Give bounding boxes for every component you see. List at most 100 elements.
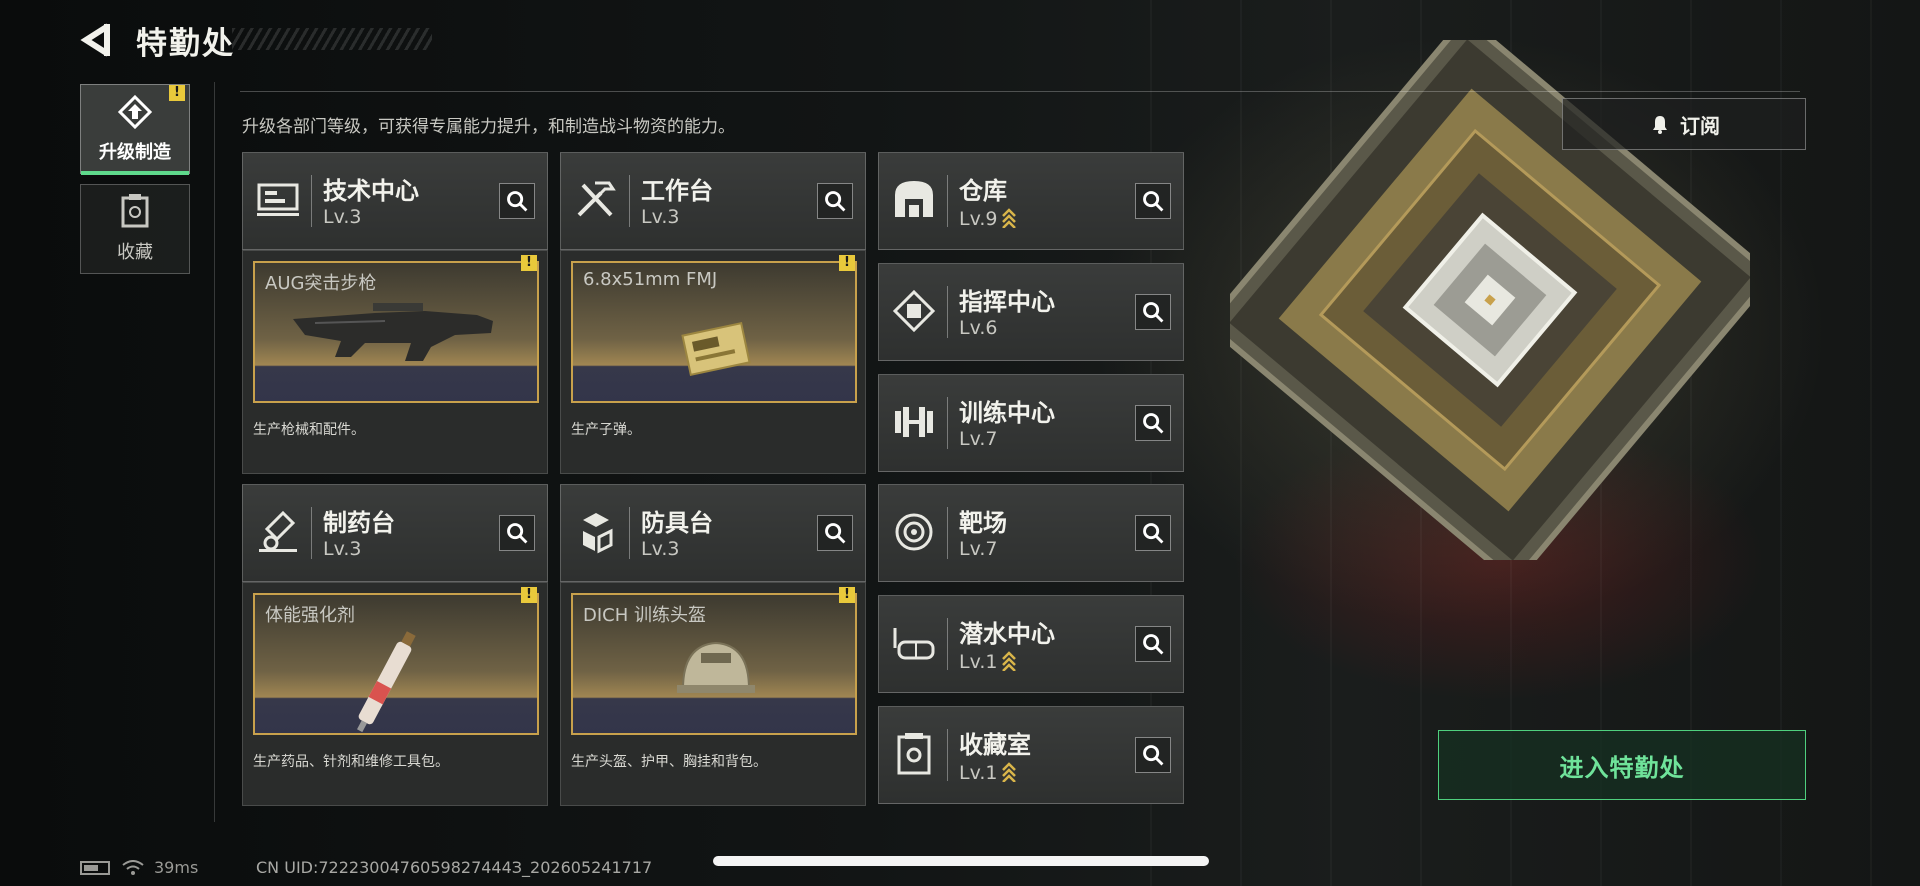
page-title: 特勤处 xyxy=(136,26,235,62)
dept-armor-bench[interactable]: 防具台 Lv.3 xyxy=(560,484,866,582)
command-center-icon xyxy=(892,289,936,333)
nav-collection-label: 收藏 xyxy=(117,242,153,263)
production-panel-pharmacy: 体能强化剂 ! 生产药品、针剂和维修工具包。 xyxy=(242,582,548,806)
dept-level: Lv.3 xyxy=(641,538,680,560)
level-text: Lv.1 xyxy=(959,651,998,673)
search-icon[interactable] xyxy=(1135,626,1171,662)
separator xyxy=(629,507,630,559)
title-decoration xyxy=(232,28,432,50)
search-icon[interactable] xyxy=(499,183,535,219)
dept-level: Lv.3 xyxy=(323,206,362,228)
dept-collection-room[interactable]: 收藏室 Lv.1 xyxy=(878,706,1184,804)
dept-level: Lv.1 xyxy=(959,649,1017,673)
dept-training-center[interactable]: 训练中心 Lv.7 xyxy=(878,374,1184,472)
search-icon[interactable] xyxy=(1135,737,1171,773)
alert-badge: ! xyxy=(839,587,855,603)
alert-badge: ! xyxy=(521,255,537,271)
separator xyxy=(947,729,948,781)
search-icon[interactable] xyxy=(817,515,853,551)
dept-name: 制药台 xyxy=(323,509,395,537)
dept-name: 仓库 xyxy=(959,177,1007,205)
separator xyxy=(629,175,630,227)
header-divider xyxy=(240,91,1800,92)
dept-command-center[interactable]: 指挥中心 Lv.6 xyxy=(878,263,1184,361)
pharmacy-icon xyxy=(259,510,297,552)
dept-name: 防具台 xyxy=(641,509,713,537)
dept-level: Lv.7 xyxy=(959,428,998,450)
home-indicator[interactable] xyxy=(713,856,1209,866)
upgrade-icon xyxy=(117,94,153,130)
separator xyxy=(311,175,312,227)
production-slot[interactable]: 体能强化剂 xyxy=(253,593,539,735)
dept-level: Lv.6 xyxy=(959,317,998,339)
item-name: 6.8x51mm FMJ xyxy=(583,269,718,290)
panel-description: 生产枪械和配件。 xyxy=(253,422,365,438)
nav-divider xyxy=(214,82,215,822)
diving-center-icon xyxy=(893,628,935,660)
ping-text: 39ms xyxy=(154,858,199,877)
alert-badge: ! xyxy=(521,587,537,603)
battery-icon xyxy=(80,860,110,875)
shooting-range-icon xyxy=(895,513,933,551)
training-center-icon xyxy=(895,407,933,437)
collection-icon xyxy=(121,194,149,228)
separator xyxy=(947,397,948,449)
dept-warehouse[interactable]: 仓库 Lv.9 xyxy=(878,152,1184,250)
dept-name: 工作台 xyxy=(641,177,713,205)
subscribe-label: 订阅 xyxy=(1680,113,1720,138)
enter-special-ops-button[interactable]: 进入特勤处 xyxy=(1438,730,1806,800)
search-icon[interactable] xyxy=(1135,294,1171,330)
dept-shooting-range[interactable]: 靶场 Lv.7 xyxy=(878,484,1184,582)
upgrade-available-icon xyxy=(1002,762,1017,782)
bell-icon xyxy=(1653,116,1667,134)
search-icon[interactable] xyxy=(1135,183,1171,219)
separator xyxy=(947,618,948,670)
separator xyxy=(947,286,948,338)
production-panel-gunsmith: AUG突击步枪 ! 生产枪械和配件。 xyxy=(242,250,548,474)
alert-badge: ! xyxy=(839,255,855,271)
upgrade-available-icon xyxy=(1002,651,1017,671)
search-icon[interactable] xyxy=(1135,405,1171,441)
search-icon[interactable] xyxy=(817,183,853,219)
panel-description: 生产子弹。 xyxy=(571,422,641,438)
dept-level: Lv.7 xyxy=(959,538,998,560)
panel-description: 生产药品、针剂和维修工具包。 xyxy=(253,754,449,770)
alert-badge: ! xyxy=(169,85,185,101)
workbench-icon xyxy=(577,181,616,217)
item-name: DICH 训练头盔 xyxy=(583,605,706,626)
dept-diving-center[interactable]: 潜水中心 Lv.1 xyxy=(878,595,1184,693)
item-name: AUG突击步枪 xyxy=(265,273,377,294)
level-text: Lv.1 xyxy=(959,762,998,784)
upgrade-available-icon xyxy=(1002,208,1017,228)
page-subtitle: 升级各部门等级，可获得专属能力提升，和制造战斗物资的能力。 xyxy=(242,117,735,137)
dept-name: 训练中心 xyxy=(959,399,1055,427)
production-slot[interactable]: 6.8x51mm FMJ xyxy=(571,261,857,403)
production-slot[interactable]: AUG突击步枪 xyxy=(253,261,539,403)
separator xyxy=(947,175,948,227)
nav-collection[interactable]: 收藏 xyxy=(80,184,190,274)
dept-level: Lv.9 xyxy=(959,206,1017,230)
production-panel-armor: DICH 训练头盔 ! 生产头盔、护甲、胸挂和背包。 xyxy=(560,582,866,806)
back-arrow-icon[interactable] xyxy=(80,22,114,58)
search-icon[interactable] xyxy=(1135,515,1171,551)
dept-workbench[interactable]: 工作台 Lv.3 xyxy=(560,152,866,250)
separator xyxy=(947,507,948,559)
dept-name: 靶场 xyxy=(959,509,1007,537)
subscribe-button[interactable]: 订阅 xyxy=(1562,98,1806,150)
dept-level: Lv.3 xyxy=(323,538,362,560)
enter-label: 进入特勤处 xyxy=(1559,753,1685,782)
dept-name: 指挥中心 xyxy=(959,288,1055,316)
warehouse-icon xyxy=(895,181,933,217)
nav-upgrade-craft-label: 升级制造 xyxy=(99,142,171,163)
dept-name: 潜水中心 xyxy=(959,620,1055,648)
nav-upgrade-craft[interactable]: 升级制造 ! xyxy=(80,84,190,175)
search-icon[interactable] xyxy=(499,515,535,551)
item-name: 体能强化剂 xyxy=(265,605,355,626)
armor-bench-icon xyxy=(583,513,613,554)
dept-tech-center[interactable]: 技术中心 Lv.3 xyxy=(242,152,548,250)
dept-pharmacy[interactable]: 制药台 Lv.3 xyxy=(242,484,548,582)
collection-room-icon xyxy=(897,733,931,775)
production-slot[interactable]: DICH 训练头盔 xyxy=(571,593,857,735)
dept-level: Lv.1 xyxy=(959,760,1017,784)
separator xyxy=(311,507,312,559)
